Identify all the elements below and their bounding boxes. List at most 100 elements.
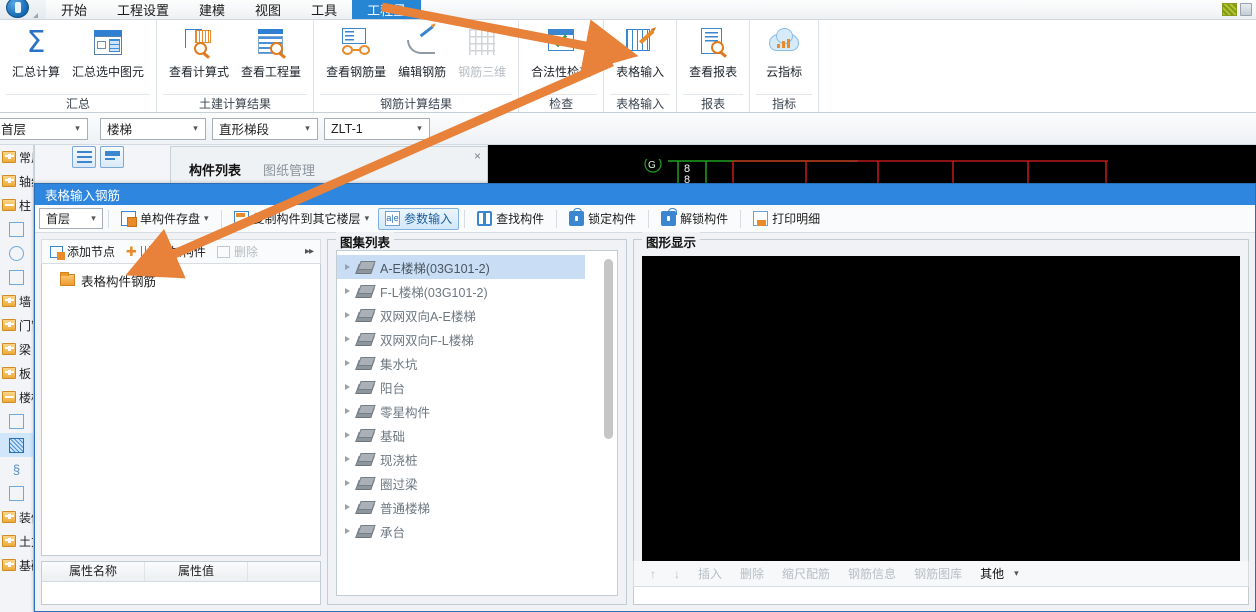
sidebar-item-foundation[interactable]: 基础	[0, 553, 33, 577]
list-item[interactable]: 普通楼梯	[337, 495, 617, 519]
list-item[interactable]: 集水坑	[337, 351, 617, 375]
chevron-right-icon[interactable]	[345, 432, 350, 438]
sidebar-item-wall[interactable]: 墙	[0, 289, 33, 313]
chevron-down-icon[interactable]: ▾	[365, 213, 370, 224]
sidebar-subitem-construct-column[interactable]	[0, 241, 33, 265]
sidebar-item-beam[interactable]: 梁	[0, 337, 33, 361]
ribbon-group-civil-items: 查看计算式 查看工程量	[163, 20, 307, 94]
sidebar-item-stair[interactable]: 楼梯	[0, 385, 33, 409]
list-item[interactable]: 双网双向A-E楼梯	[337, 303, 617, 327]
save-component-button[interactable]: 单构件存盘 ▾	[114, 208, 216, 230]
ribbon-button-cloud-indicator[interactable]: 云指标	[756, 24, 812, 80]
tab-drawing-management[interactable]: 图纸管理	[263, 160, 315, 179]
sidebar-subitem-stair-slab[interactable]	[0, 481, 33, 505]
more-tools-icon[interactable]: ▸▸	[305, 246, 317, 257]
ribbon-button-view-rebar-qty[interactable]: 查看钢筋量	[320, 24, 392, 80]
chevron-right-icon[interactable]	[345, 408, 350, 414]
ribbon-button-edit-rebar[interactable]: 编辑钢筋	[392, 24, 452, 80]
graphic-display-canvas[interactable]	[642, 256, 1240, 561]
ribbon-button-view-report[interactable]: 查看报表	[683, 24, 743, 80]
list-item[interactable]: 现浇桩	[337, 447, 617, 471]
chevron-right-icon[interactable]	[345, 360, 350, 366]
chevron-right-icon[interactable]	[345, 384, 350, 390]
sidebar-item-common[interactable]: 常用	[0, 145, 33, 169]
floor-selector[interactable]: 首层 ▾	[0, 117, 88, 140]
print-detail-button[interactable]: 打印明细	[746, 208, 827, 230]
map-thumb-icon[interactable]	[1222, 2, 1237, 16]
sidebar-item-door-window[interactable]: 门窗	[0, 313, 33, 337]
param-input-button[interactable]: a|e 参数输入	[378, 207, 460, 230]
component-name-selector[interactable]: ZLT-1 ▾	[324, 117, 430, 140]
close-icon[interactable]: ×	[474, 149, 481, 163]
chevron-down-icon[interactable]: ▾	[204, 213, 209, 224]
list-item[interactable]: A-E楼梯(03G101-2)	[337, 255, 585, 279]
sidebar-item-slab[interactable]: 板	[0, 361, 33, 385]
quick-access-dropdown-icon[interactable]	[33, 13, 38, 18]
chevron-down-icon[interactable]: ▾	[1014, 568, 1019, 579]
dialog-floor-selector[interactable]: 首层 ▾	[39, 208, 103, 229]
tab-project-settings[interactable]: 工程设置	[102, 0, 184, 19]
chevron-right-icon[interactable]	[345, 312, 350, 318]
ribbon-button-summary-selected[interactable]: 汇总选中图元	[66, 24, 150, 80]
detail-view-icon[interactable]	[100, 146, 124, 168]
tab-view[interactable]: 视图	[240, 0, 296, 19]
atlas-listbox[interactable]: A-E楼梯(03G101-2) F-L楼梯(03G101-2) 双网双向A-E楼…	[336, 250, 618, 596]
sidebar-subitem-column[interactable]	[0, 217, 33, 241]
chevron-right-icon[interactable]	[345, 264, 350, 270]
chevron-right-icon[interactable]	[345, 456, 350, 462]
chevron-right-icon[interactable]	[345, 504, 350, 510]
chevron-right-icon[interactable]	[345, 288, 350, 294]
component-tree[interactable]: 表格构件钢筋	[41, 264, 321, 556]
atlas-list-scrollbar[interactable]	[604, 259, 613, 439]
rebar-grid[interactable]	[633, 587, 1249, 605]
tab-start[interactable]: 开始	[46, 0, 102, 19]
sidebar-item-column[interactable]: 柱	[0, 193, 33, 217]
sidebar-subitem-stair[interactable]	[0, 409, 33, 433]
tab-modeling[interactable]: 建模	[184, 0, 240, 19]
app-logo[interactable]	[0, 0, 46, 19]
list-item[interactable]: 承台	[337, 519, 617, 543]
unlock-component-button[interactable]: 解锁构件	[654, 208, 735, 230]
ribbon-group-civil-results: 查看计算式 查看工程量 土建计算结果	[157, 20, 315, 112]
copy-to-other-floor-button[interactable]: 复制构件到其它楼层 ▾	[227, 208, 377, 230]
window-tab-strip: 开始 工程设置 建模 视图 工具 工程量	[0, 0, 1256, 20]
find-component-button[interactable]: 查找构件	[470, 208, 551, 230]
add-component-label: 添加构件	[157, 245, 206, 259]
chevron-right-icon[interactable]	[345, 336, 350, 342]
document-icon[interactable]	[1240, 2, 1252, 16]
ribbon-button-validity-check[interactable]: 合法性检查	[525, 24, 597, 80]
add-node-button[interactable]: 添加节点	[45, 242, 120, 262]
ribbon-button-view-quantity[interactable]: 查看工程量	[235, 24, 307, 80]
ribbon-button-label: 查看计算式	[169, 65, 230, 79]
list-item[interactable]: 基础	[337, 423, 617, 447]
cad-canvas[interactable]: G 8 8	[488, 159, 1256, 185]
sidebar-subitem-spiral-stair[interactable]: §	[0, 457, 33, 481]
list-item[interactable]: 圈过梁	[337, 471, 617, 495]
chevron-right-icon[interactable]	[345, 480, 350, 486]
list-item[interactable]: 阳台	[337, 375, 617, 399]
sidebar-subitem-pier[interactable]	[0, 265, 33, 289]
navigator-rail[interactable]: 常用 轴线 柱 墙 门窗 梁 板 楼梯 §	[0, 145, 34, 612]
sidebar-item-earthwork[interactable]: 土方	[0, 529, 33, 553]
lock-component-button[interactable]: 锁定构件	[562, 208, 643, 230]
sidebar-item-decoration[interactable]: 装修	[0, 505, 33, 529]
tab-tools[interactable]: 工具	[296, 0, 352, 19]
chevron-right-icon[interactable]	[345, 528, 350, 534]
other-button[interactable]: 其他	[972, 565, 1012, 582]
ribbon-button-summary-calc[interactable]: Σ 汇总计算	[6, 24, 66, 80]
sidebar-subitem-straight-stair-run[interactable]	[0, 433, 33, 457]
sidebar-item-axis[interactable]: 轴线	[0, 169, 33, 193]
list-item[interactable]: 双网双向F-L楼梯	[337, 327, 617, 351]
dialog-title-bar[interactable]: 表格输入钢筋	[35, 184, 1255, 205]
tab-component-list[interactable]: 构件列表	[189, 160, 241, 179]
category-selector[interactable]: 楼梯 ▾	[100, 117, 206, 140]
ribbon-button-table-input[interactable]: 表格输入	[610, 24, 670, 80]
ribbon-button-view-formula[interactable]: 查看计算式	[163, 24, 235, 80]
list-item[interactable]: F-L楼梯(03G101-2)	[337, 279, 617, 303]
element-type-selector[interactable]: 直形梯段 ▾	[212, 117, 318, 140]
list-item[interactable]: 零星构件	[337, 399, 617, 423]
tree-root-node[interactable]: 表格构件钢筋	[42, 270, 320, 290]
list-view-icon[interactable]	[72, 146, 96, 168]
tab-quantity[interactable]: 工程量	[352, 0, 422, 19]
add-component-button[interactable]: ✚ 添加构件	[121, 242, 211, 262]
